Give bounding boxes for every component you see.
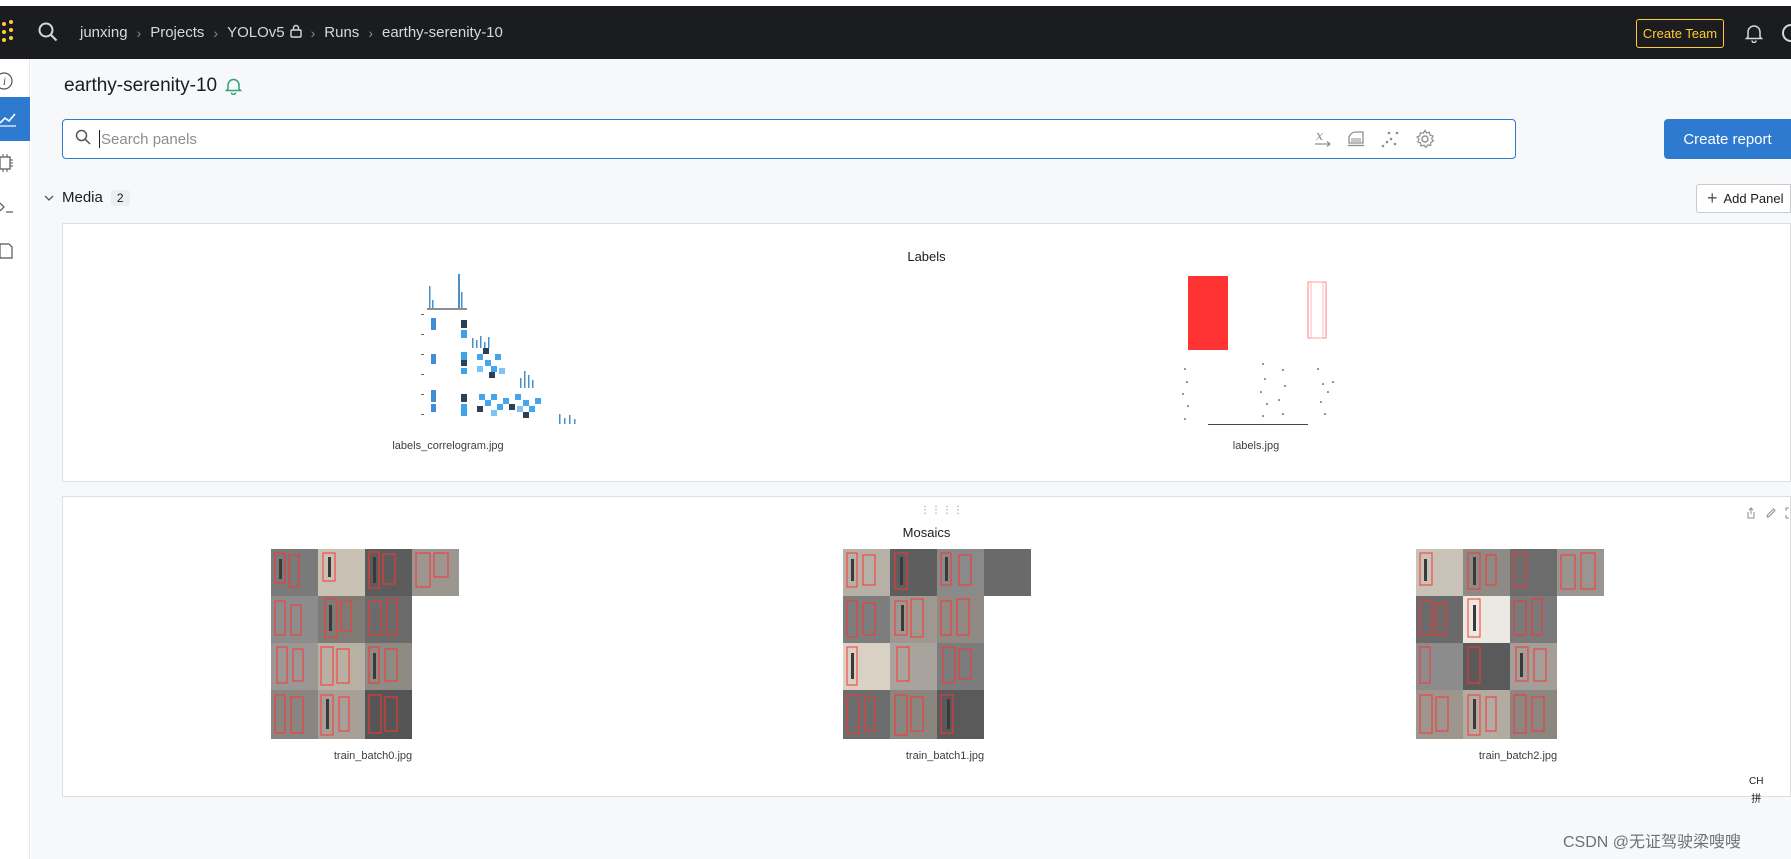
watermark: CSDN @无证驾驶梁嗖嗖 [1563,834,1742,851]
breadcrumb: junxing › Projects › YOLOv5 › Runs › ear… [80,6,503,59]
files-icon [0,243,13,259]
media-section-header[interactable]: Media 2 [44,189,130,206]
labels-correlogram-image[interactable] [419,274,589,429]
breadcrumb-run[interactable]: earthy-serenity-10 [382,24,503,41]
drag-handle-icon[interactable]: ⋮⋮⋮⋮ [920,505,964,516]
mosaics-panel[interactable]: ⋮⋮⋮⋮ Mosaics train_batch0.jpg train_batc… [62,496,1791,797]
search-panels-box [62,119,1516,159]
run-title-text[interactable]: earthy-serenity-10 [64,75,217,97]
add-panel-label: Add Panel [1723,191,1784,206]
outliers-icon[interactable] [1378,127,1402,151]
info-icon: i [0,72,13,90]
workspace: earthy-serenity-10 x Create report Media… [31,59,1791,859]
sidebar-item-files[interactable] [0,229,30,273]
svg-text:x: x [1316,129,1324,144]
image-caption: labels_correlogram.jpg [392,440,504,452]
search-icon [75,129,91,150]
sidebar-item-charts[interactable] [0,97,30,141]
fullscreen-icon[interactable] [1785,507,1791,519]
image-caption: train_batch2.jpg [1478,750,1558,762]
wandb-logo-icon[interactable] [0,20,16,46]
chip-icon [0,154,13,172]
ime-mode-label: CH [1749,776,1764,787]
breadcrumb-user[interactable]: junxing [80,24,128,41]
edit-pencil-icon[interactable] [1765,507,1777,519]
breadcrumb-project[interactable]: YOLOv5 [227,24,302,42]
run-title: earthy-serenity-10 [64,75,243,97]
panel-title: Labels [907,249,946,264]
image-caption: train_batch1.jpg [905,750,985,762]
train-batch1-image[interactable] [843,549,1035,739]
labels-image[interactable] [1173,274,1338,429]
top-navbar: junxing › Projects › YOLOv5 › Runs › ear… [0,6,1791,59]
train-batch0-image[interactable] [271,549,463,739]
section-title: Media [62,189,103,206]
create-team-button[interactable]: Create Team [1636,19,1724,48]
search-icon[interactable] [38,22,60,44]
chevron-right-icon: › [213,24,219,41]
gear-icon[interactable] [1413,127,1437,151]
search-panels-input[interactable] [101,130,1481,148]
lock-icon [289,24,302,42]
left-sidebar: i [0,59,30,859]
export-icon[interactable] [1745,507,1757,519]
chevron-down-icon[interactable] [44,194,54,202]
chevron-right-icon: › [136,24,142,41]
smoothing-icon[interactable] [1344,127,1368,151]
ime-indicator[interactable]: CH 拼 [1749,773,1763,809]
plus-icon: + [1707,188,1718,208]
sidebar-item-system[interactable] [0,141,30,185]
user-avatar[interactable] [1782,24,1791,42]
panel-actions [1745,507,1791,519]
terminal-icon [0,202,13,213]
image-caption: train_batch0.jpg [333,750,413,762]
breadcrumb-runs[interactable]: Runs [324,24,359,41]
line-chart-icon [0,113,16,127]
panel-count-badge: 2 [110,189,130,206]
sidebar-item-logs[interactable] [0,185,30,229]
add-panel-button[interactable]: + Add Panel [1696,184,1791,213]
panel-title: Mosaics [902,525,951,540]
text-cursor [99,130,100,148]
svg-text:i: i [3,77,6,88]
notifications-bell-icon[interactable] [1744,23,1764,48]
chevron-right-icon: › [310,24,316,41]
chevron-right-icon: › [368,24,373,41]
ime-char-label: 拼 [1751,794,1762,805]
labels-panel[interactable]: Labels labels_correlogram.jpg labels.jpg [62,223,1791,482]
create-report-button[interactable]: Create report [1664,119,1791,159]
x-axis-icon[interactable]: x [1311,127,1335,151]
breadcrumb-projects[interactable]: Projects [150,24,204,41]
train-batch2-image[interactable] [1416,549,1608,739]
image-caption: labels.jpg [1232,440,1280,452]
breadcrumb-project-label: YOLOv5 [227,23,285,41]
run-alert-bell-icon[interactable] [225,77,243,95]
